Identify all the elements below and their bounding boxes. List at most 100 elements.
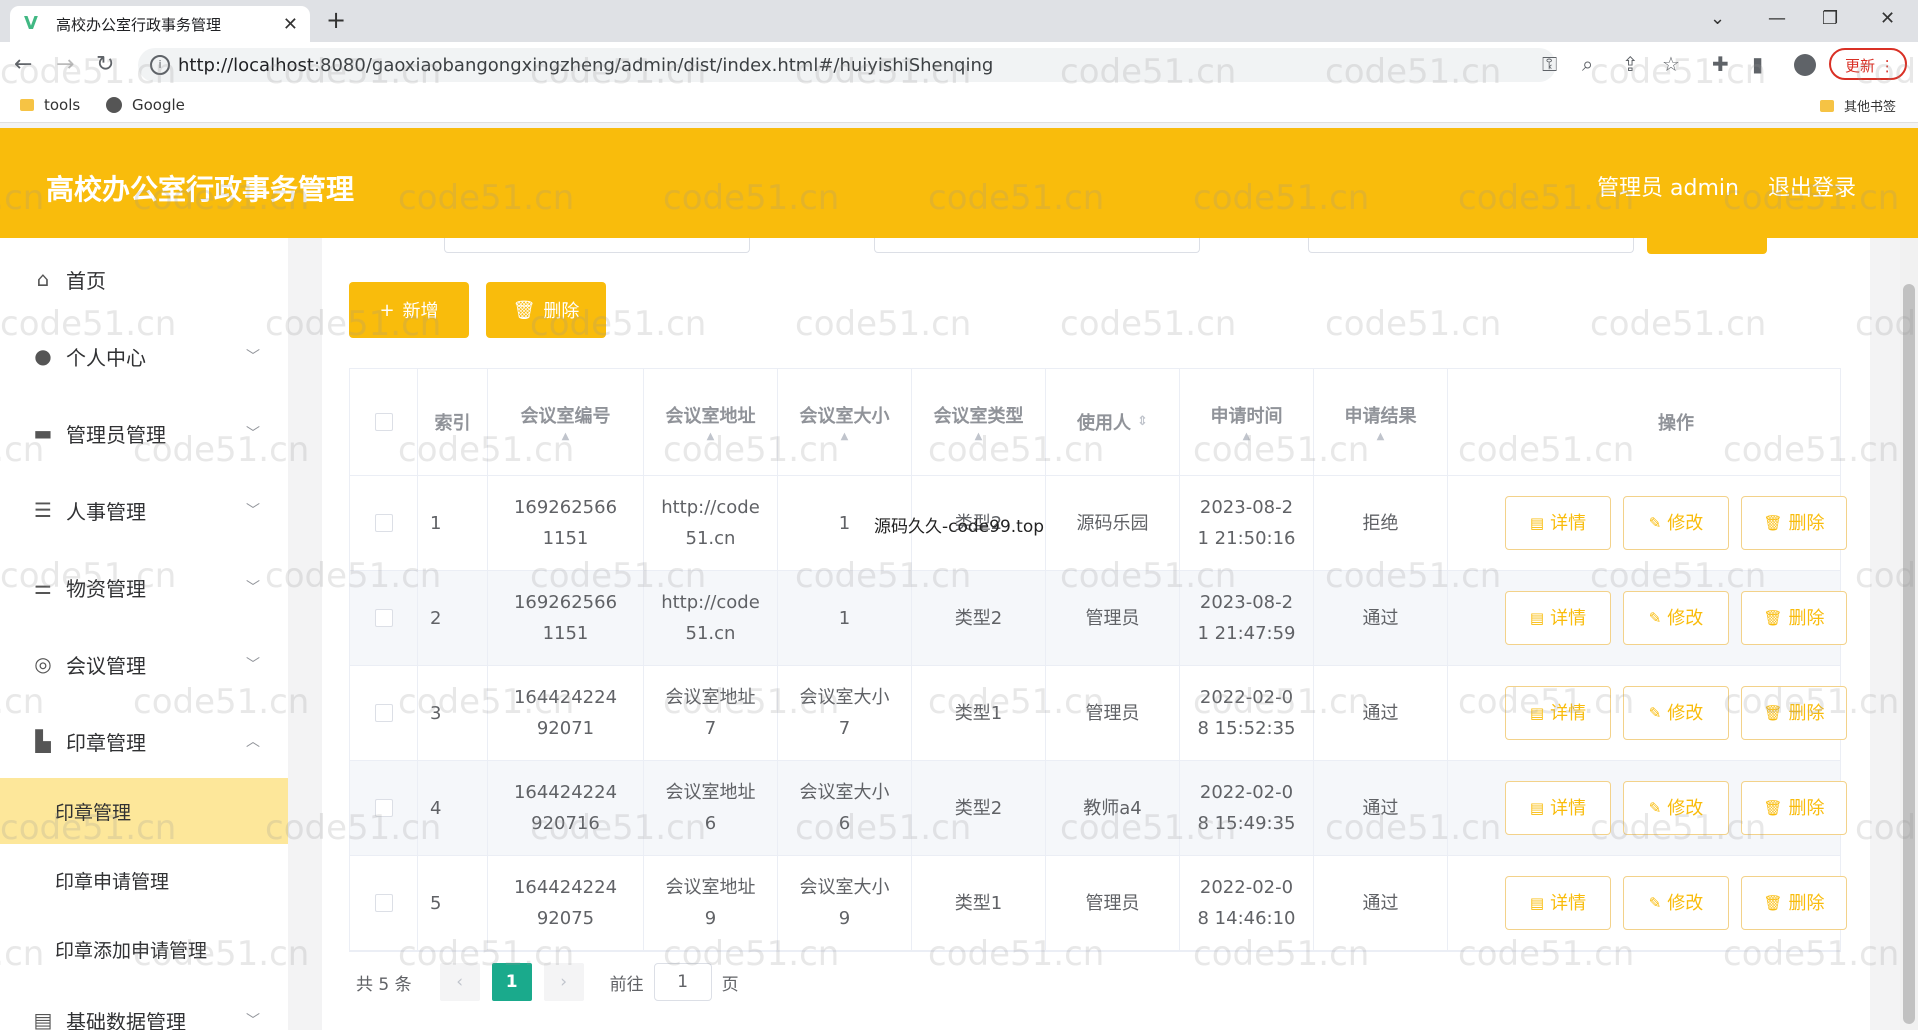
cell-room-address: http://code 51.cn <box>644 476 778 570</box>
zoom-icon[interactable]: ⌕ <box>1582 52 1593 76</box>
url-bar[interactable]: i http://localhost:8080/gaoxiaobangongxi… <box>138 48 1556 82</box>
cell-line: 164424224 <box>513 877 618 898</box>
sidebar-item-meeting[interactable]: ◎ 会议管理 ﹀ <box>0 634 288 694</box>
close-window-icon[interactable]: ✕ <box>1880 8 1895 29</box>
search-field-2[interactable] <box>874 238 1200 253</box>
cell-actions: ▤ 详情 ✎ 修改 🗑 删除 <box>1448 856 1904 950</box>
scrollbar-thumb[interactable] <box>1903 284 1915 1024</box>
edit-button[interactable]: ✎ 修改 <box>1623 781 1729 835</box>
page-number-active[interactable]: 1 <box>491 963 532 1001</box>
cell-room-address: 会议室地址 9 <box>644 856 778 950</box>
sort-caret-icon[interactable]: ▲ <box>841 432 849 442</box>
row-checkbox[interactable] <box>374 894 393 912</box>
column-header-label[interactable]: 会议室大小 <box>800 402 890 428</box>
sort-caret-icon[interactable]: ▲ <box>707 432 715 442</box>
sidebar-subitem-seal-apply[interactable]: 印章申请管理 <box>0 847 288 913</box>
other-bookmarks[interactable]: 其他书签 <box>1820 96 1896 115</box>
sidebar-item-hr[interactable]: ☰ 人事管理 ﹀ <box>0 480 288 540</box>
chevron-down-icon: ﹀ <box>246 1013 260 1029</box>
batch-delete-button[interactable]: 🗑 删除 <box>486 282 606 338</box>
share-icon[interactable]: ⇪ <box>1622 52 1639 76</box>
edit-button[interactable]: ✎ 修改 <box>1623 496 1729 550</box>
maximize-icon[interactable]: ❐ <box>1822 8 1838 29</box>
column-header-label[interactable]: 申请时间 <box>1211 402 1283 428</box>
sort-caret-icon[interactable]: ▲ <box>1377 432 1385 442</box>
logout-link[interactable]: 退出登录 <box>1768 170 1856 202</box>
back-icon[interactable]: ← <box>14 52 32 77</box>
sidebar-item-basic-data[interactable]: ▤ 基础数据管理 ﹀ <box>0 990 288 1030</box>
tab-search-icon[interactable]: ⌄ <box>1710 8 1725 29</box>
row-checkbox[interactable] <box>374 704 393 722</box>
sort-caret-icon[interactable]: ⇕ <box>1137 415 1148 428</box>
sidebar-item-seal[interactable]: ▙ 印章管理 ︿ <box>0 711 288 771</box>
key-icon[interactable]: ⚿ <box>1542 52 1557 76</box>
delete-button-label: 删除 <box>543 301 580 322</box>
detail-button[interactable]: ▤ 详情 <box>1505 686 1611 740</box>
row-select-cell <box>350 666 418 760</box>
trash-icon: 🗑 <box>512 299 536 321</box>
delete-button[interactable]: 🗑 删除 <box>1741 496 1847 550</box>
browser-tab[interactable]: V 高校办公室行政事务管理 ✕ <box>10 6 310 42</box>
search-field-3[interactable] <box>1308 238 1634 253</box>
next-page-icon[interactable]: › <box>543 963 584 1001</box>
chevron-down-icon: ﹀ <box>246 349 260 365</box>
cell-actions: ▤ 详情 ✎ 修改 🗑 删除 <box>1448 476 1904 570</box>
cell-line: 8 14:46:10 <box>1197 908 1296 929</box>
cell-line: 2022-02-0 <box>1199 687 1294 708</box>
sidebar-item-home[interactable]: ⌂ 首页 <box>0 249 288 309</box>
sidebar-subitem-seal-add-apply[interactable]: 印章添加申请管理 <box>0 916 288 982</box>
column-header-label[interactable]: 使用人 <box>1077 409 1131 435</box>
page-scrollbar[interactable] <box>1900 238 1918 1030</box>
cell-line: 6 <box>704 813 717 834</box>
sort-caret-icon[interactable]: ▲ <box>1243 432 1251 442</box>
reload-icon[interactable]: ↻ <box>96 52 114 77</box>
sort-caret-icon[interactable]: ▲ <box>975 432 983 442</box>
table-row: 2 169262566 1151 http://code 51.cn 1 类型2 管理员 202… <box>350 571 1847 666</box>
column-header-label[interactable]: 会议室编号 <box>521 402 611 428</box>
edit-button[interactable]: ✎ 修改 <box>1623 876 1729 930</box>
detail-button[interactable]: ▤ 详情 <box>1505 781 1611 835</box>
bookmark-star-icon[interactable]: ☆ <box>1662 52 1680 76</box>
delete-button[interactable]: 🗑 删除 <box>1741 591 1847 645</box>
cell-line: 1 <box>838 512 851 534</box>
bookmark-tools[interactable]: tools <box>20 96 80 114</box>
sidebar-item-admin[interactable]: ▬ 管理员管理 ﹀ <box>0 403 288 463</box>
sidebar-subitem-label: 印章申请管理 <box>55 870 170 893</box>
select-all-checkbox[interactable] <box>374 413 393 431</box>
sort-caret-icon[interactable]: ▲ <box>562 432 570 442</box>
column-header-label[interactable]: 会议室地址 <box>666 402 756 428</box>
edit-button[interactable]: ✎ 修改 <box>1623 591 1729 645</box>
table-row: 5 164424224 92075 会议室地址 9 会议室大小 9 类型1 管理员 2022-02… <box>350 856 1847 951</box>
new-tab-icon[interactable]: + <box>326 6 346 34</box>
update-button[interactable]: 更新 ⋮ <box>1829 48 1907 80</box>
search-field-1[interactable] <box>444 238 750 253</box>
sidebar-item-profile[interactable]: ● 个人中心 ﹀ <box>0 326 288 386</box>
profile-icon[interactable] <box>1794 54 1816 76</box>
delete-button[interactable]: 🗑 删除 <box>1741 781 1847 835</box>
sidebar-item-supplies[interactable]: ⚌ 物资管理 ﹀ <box>0 557 288 617</box>
delete-button[interactable]: 🗑 删除 <box>1741 686 1847 740</box>
row-checkbox[interactable] <box>374 609 393 627</box>
row-checkbox[interactable] <box>374 799 393 817</box>
forward-icon[interactable]: → <box>56 52 74 77</box>
bookmark-google[interactable]: Google <box>106 96 185 114</box>
sidepanel-icon[interactable]: ▮ <box>1752 52 1763 76</box>
prev-page-icon[interactable]: ‹ <box>439 963 480 1001</box>
minimize-icon[interactable]: — <box>1768 8 1786 29</box>
add-button[interactable]: + 新增 <box>349 282 469 338</box>
close-tab-icon[interactable]: ✕ <box>283 14 298 35</box>
search-button[interactable] <box>1647 238 1767 254</box>
edit-button[interactable]: ✎ 修改 <box>1623 686 1729 740</box>
extensions-icon[interactable]: ✚ <box>1712 52 1729 76</box>
delete-button[interactable]: 🗑 删除 <box>1741 876 1847 930</box>
detail-button[interactable]: ▤ 详情 <box>1505 496 1611 550</box>
column-header-label[interactable]: 会议室类型 <box>934 402 1024 428</box>
detail-button[interactable]: ▤ 详情 <box>1505 876 1611 930</box>
sidebar-subitem-seal-management[interactable]: 印章管理 <box>0 778 288 844</box>
site-info-icon[interactable]: i <box>150 55 170 75</box>
column-header-label[interactable]: 申请结果 <box>1345 402 1417 428</box>
detail-button[interactable]: ▤ 详情 <box>1505 591 1611 645</box>
goto-page-input[interactable]: 1 <box>653 963 712 1001</box>
column-header: 会议室编号 ▲ <box>488 369 644 475</box>
row-checkbox[interactable] <box>374 514 393 532</box>
